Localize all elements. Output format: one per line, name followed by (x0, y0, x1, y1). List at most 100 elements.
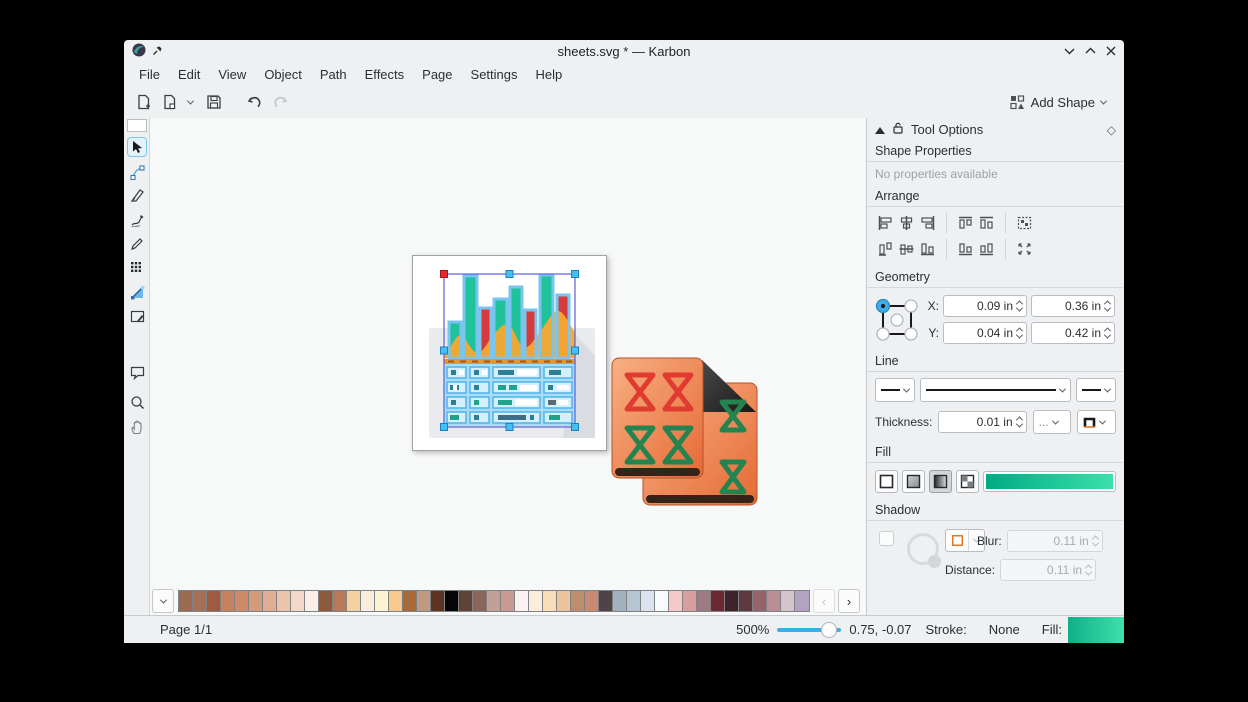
tool-select[interactable] (127, 137, 147, 157)
palette-swatch[interactable] (599, 591, 613, 611)
float-docker-icon[interactable]: ◇ (1107, 123, 1116, 137)
palette-swatch[interactable] (403, 591, 417, 611)
dash-pattern-select[interactable]: ... (1033, 410, 1072, 434)
fill-pattern-button[interactable] (956, 470, 979, 493)
tool-pencil[interactable] (127, 234, 147, 254)
palette-swatch[interactable] (753, 591, 767, 611)
maximize-button[interactable] (1085, 47, 1096, 55)
tool-freehand[interactable] (127, 210, 147, 230)
palette-swatch[interactable] (739, 591, 753, 611)
menu-item-help[interactable]: Help (527, 64, 572, 85)
zoom-level[interactable]: 500% (736, 622, 769, 637)
fill-none-button[interactable] (875, 470, 898, 493)
palette-swatch[interactable] (291, 591, 305, 611)
align-right-button[interactable] (917, 214, 938, 233)
anchor-point-selector[interactable] (875, 297, 919, 343)
pin-icon[interactable] (152, 44, 163, 59)
shadow-angle-dial[interactable] (907, 533, 939, 565)
group-button[interactable] (1014, 214, 1035, 233)
palette-swatch[interactable] (543, 591, 557, 611)
palette-swatch[interactable] (179, 591, 193, 611)
cap-join-select[interactable] (1077, 410, 1116, 434)
lock-width-icon[interactable] (1123, 304, 1124, 318)
distribute-top-button[interactable] (955, 214, 976, 233)
menu-item-path[interactable]: Path (311, 64, 356, 85)
palette-swatch[interactable] (235, 591, 249, 611)
lock-height-icon[interactable] (1123, 321, 1124, 335)
ungroup-button[interactable] (1014, 240, 1035, 259)
palette-swatch[interactable] (347, 591, 361, 611)
palette-swatch[interactable] (781, 591, 795, 611)
palette-swatch[interactable] (613, 591, 627, 611)
palette-swatch[interactable] (711, 591, 725, 611)
palette-swatch[interactable] (641, 591, 655, 611)
menu-item-view[interactable]: View (209, 64, 255, 85)
sheets-document-icon[interactable] (610, 356, 760, 508)
distribute-center-horizontal-button[interactable] (976, 240, 997, 259)
palette-swatch[interactable] (417, 591, 431, 611)
palette-swatch[interactable] (795, 591, 809, 611)
height-input[interactable]: 0.42 in (1031, 322, 1115, 344)
palette-swatch[interactable] (361, 591, 375, 611)
zoom-slider-handle[interactable] (821, 622, 837, 638)
distribute-bottom-button[interactable] (955, 240, 976, 259)
svg-page[interactable] (412, 255, 607, 451)
align-left-button[interactable] (875, 214, 896, 233)
save-button[interactable] (202, 90, 226, 114)
zoom-slider[interactable] (777, 622, 841, 638)
canvas[interactable]: ‹ › (150, 118, 866, 615)
tool-pan[interactable] (127, 417, 147, 437)
palette-swatch[interactable] (585, 591, 599, 611)
align-bottom-button[interactable] (917, 240, 938, 259)
open-document-button[interactable] (158, 90, 182, 114)
menu-item-page[interactable]: Page (413, 64, 461, 85)
palette-swatch[interactable] (725, 591, 739, 611)
line-style-select[interactable] (920, 378, 1071, 402)
new-document-button[interactable] (132, 90, 156, 114)
statusbar-fill-swatch[interactable] (1068, 617, 1124, 643)
palette-swatch[interactable] (207, 591, 221, 611)
palette-swatch[interactable] (319, 591, 333, 611)
y-position-input[interactable]: 0.04 in (943, 322, 1027, 344)
shadow-enable-checkbox[interactable] (879, 531, 894, 546)
minimize-button[interactable] (1064, 47, 1075, 55)
fill-solid-button[interactable] (902, 470, 925, 493)
menu-item-effects[interactable]: Effects (356, 64, 414, 85)
palette-swatch[interactable] (515, 591, 529, 611)
align-center-vertical-button[interactable] (896, 240, 917, 259)
palette-swatch[interactable] (431, 591, 445, 611)
tool-pattern[interactable] (127, 258, 147, 278)
align-top-button[interactable] (875, 240, 896, 259)
tool-gradient[interactable] (127, 282, 147, 302)
fill-gradient-button[interactable] (929, 470, 952, 493)
menu-item-edit[interactable]: Edit (169, 64, 209, 85)
menu-item-file[interactable]: File (130, 64, 169, 85)
line-start-marker-select[interactable] (875, 378, 915, 402)
palette-swatch[interactable] (487, 591, 501, 611)
lock-docker-icon[interactable] (893, 122, 903, 137)
thickness-input[interactable]: 0.01 in (938, 411, 1026, 433)
tool-callout[interactable] (127, 363, 147, 383)
tool-pattern-edit[interactable] (127, 306, 147, 326)
palette-swatch[interactable] (655, 591, 669, 611)
palette-swatch[interactable] (389, 591, 403, 611)
tool-edit-shapes[interactable] (127, 162, 147, 182)
palette-swatch[interactable] (277, 591, 291, 611)
palette-swatch[interactable] (375, 591, 389, 611)
toolbox-drag-handle[interactable] (127, 119, 147, 132)
palette-swatch[interactable] (529, 591, 543, 611)
palette-swatch[interactable] (333, 591, 347, 611)
palette-swatch[interactable] (249, 591, 263, 611)
titlebar[interactable]: sheets.svg * — Karbon (124, 40, 1124, 62)
chart-artwork[interactable] (413, 256, 606, 450)
distribute-center-vertical-button[interactable] (976, 214, 997, 233)
palette-swatch[interactable] (501, 591, 515, 611)
close-button[interactable] (1106, 46, 1116, 56)
palette-options-button[interactable] (152, 589, 174, 613)
palette-swatch[interactable] (263, 591, 277, 611)
collapse-docker-icon[interactable] (875, 123, 885, 137)
palette-swatch[interactable] (221, 591, 235, 611)
menu-item-object[interactable]: Object (255, 64, 311, 85)
tool-calligraphy[interactable] (127, 185, 147, 205)
width-input[interactable]: 0.36 in (1031, 295, 1115, 317)
